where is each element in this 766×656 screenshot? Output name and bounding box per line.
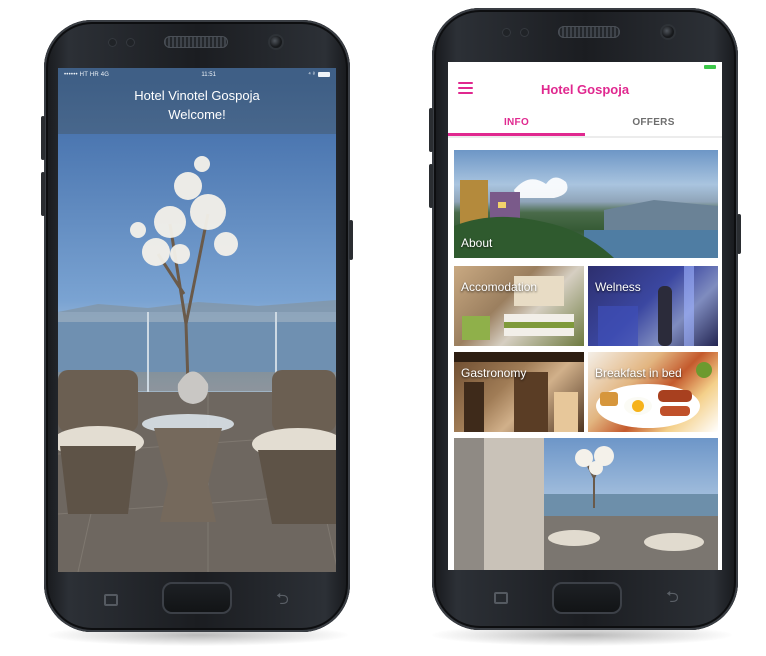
battery-icon	[318, 71, 330, 77]
tile-gastronomy-label: Gastronomy	[461, 366, 527, 380]
tile-about[interactable]: About	[454, 150, 718, 258]
tile-welness[interactable]: Welness	[588, 266, 718, 346]
tab-offers[interactable]: OFFERS	[585, 108, 722, 136]
accomodation-photo	[462, 276, 574, 340]
right-phone-power-button	[737, 214, 741, 254]
right-phone-speaker	[558, 26, 620, 38]
carrier-text: •••••• HT HR 4G	[64, 72, 110, 78]
left-phone-camera	[270, 36, 282, 48]
welness-photo	[598, 266, 694, 346]
right-phone-sensor	[502, 28, 511, 37]
welcome-header: Hotel Vinotel Gospoja Welcome!	[58, 82, 336, 134]
back-icon[interactable]: ⮌	[666, 590, 679, 606]
left-phone-sensor	[108, 38, 117, 47]
left-phone-volume-down-button	[41, 172, 45, 216]
status-time: 11:51	[201, 72, 216, 78]
app-bar: Hotel Gospoja	[448, 72, 722, 108]
tile-about-label: About	[461, 236, 493, 250]
status-bar	[448, 62, 722, 72]
status-bar: •••••• HT HR 4G 11:51 ⁴ ⁸	[58, 68, 336, 82]
left-phone-speaker	[164, 36, 228, 48]
info-grid: About Accomodation Welness Gastronomy Br…	[448, 138, 722, 570]
left-phone-power-button	[349, 220, 353, 260]
home-button[interactable]	[162, 582, 232, 614]
left-phone-screen: •••••• HT HR 4G 11:51 ⁴ ⁸ Hotel Vinotel …	[58, 68, 336, 572]
right-phone-camera	[662, 26, 674, 38]
back-icon[interactable]: ⮌	[276, 592, 289, 608]
tile-accomodation[interactable]: Accomodation	[454, 266, 584, 346]
left-phone-volume-up-button	[41, 116, 45, 160]
right-phone-sensor-2	[520, 28, 529, 37]
battery-icon	[704, 65, 716, 69]
right-phone: Hotel Gospoja INFO OFFERS About Accomoda…	[429, 8, 741, 630]
tile-breakfast-label: Breakfast in bed	[595, 366, 682, 380]
tile-accomodation-label: Accomodation	[461, 280, 538, 294]
terrace-illustration	[58, 156, 336, 572]
left-phone-sensor-2	[126, 38, 135, 47]
right-phone-screen: Hotel Gospoja INFO OFFERS About Accomoda…	[448, 62, 722, 570]
terrace-photo	[58, 134, 336, 572]
tab-info[interactable]: INFO	[448, 108, 585, 136]
app-title: Hotel Gospoja	[540, 82, 630, 97]
tile-gastronomy[interactable]: Gastronomy	[454, 352, 584, 432]
welcome-text: Welcome!	[168, 107, 226, 122]
recent-apps-icon[interactable]	[104, 594, 118, 606]
tile-terrace[interactable]	[454, 438, 718, 570]
right-phone-volume-up-button	[429, 108, 433, 152]
tile-welness-label: Welness	[595, 280, 641, 294]
gastronomy-photo	[454, 352, 584, 432]
status-indicators: ⁴ ⁸	[308, 71, 330, 78]
breakfast-photo	[596, 362, 712, 428]
right-phone-volume-down-button	[429, 164, 433, 208]
hotel-name: Hotel Vinotel Gospoja	[134, 88, 260, 103]
tab-bar: INFO OFFERS	[448, 108, 722, 136]
left-phone: •••••• HT HR 4G 11:51 ⁴ ⁸ Hotel Vinotel …	[41, 20, 353, 632]
home-button[interactable]	[552, 582, 622, 614]
about-photo	[454, 177, 718, 258]
recent-apps-icon[interactable]	[494, 592, 508, 604]
terrace-photo	[454, 438, 718, 570]
tile-breakfast-in-bed[interactable]: Breakfast in bed	[588, 352, 718, 432]
